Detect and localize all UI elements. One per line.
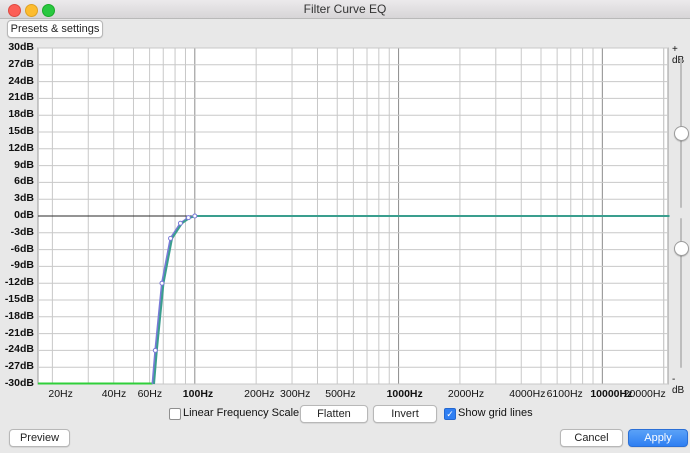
- x-tick-label: 4000Hz: [509, 388, 546, 400]
- show-grid-lines-checkbox[interactable]: ✓: [444, 408, 456, 420]
- curve-control-point: [185, 215, 191, 221]
- x-tick-label: 40Hz: [101, 388, 127, 400]
- y-tick-label: -15dB: [4, 293, 34, 305]
- presets-settings-button[interactable]: Presets & settings: [7, 20, 103, 38]
- lower-db-slider-knob[interactable]: [674, 241, 689, 256]
- show-grid-lines-label: Show grid lines: [458, 407, 533, 419]
- x-tick-label: 20000Hz: [623, 388, 666, 400]
- y-tick-label: 12dB: [8, 141, 34, 154]
- invert-button[interactable]: Invert: [373, 405, 437, 423]
- y-tick-label: 30dB: [8, 41, 34, 53]
- window-title: Filter Curve EQ: [303, 2, 387, 16]
- x-tick-label: 1000Hz: [386, 388, 423, 400]
- x-tick-label: 300Hz: [280, 388, 311, 400]
- x-tick-label: 60Hz: [137, 388, 163, 400]
- y-tick-label: -21dB: [4, 326, 34, 339]
- x-tick-label: 2000Hz: [447, 388, 485, 400]
- title-bar: Filter Curve EQ: [0, 0, 690, 19]
- y-tick-label: -30dB: [4, 377, 34, 389]
- minus-db-label: - dB: [672, 374, 685, 396]
- y-tick-label: 6dB: [14, 175, 34, 188]
- x-tick-label: 6100Hz: [546, 388, 583, 400]
- curve-control-point: [152, 347, 158, 353]
- x-tick-label: 100Hz: [182, 388, 214, 400]
- eq-graph[interactable]: [0, 40, 690, 405]
- y-tick-label: -27dB: [4, 360, 34, 373]
- apply-button[interactable]: Apply: [628, 429, 688, 447]
- y-tick-label: 27dB: [8, 57, 34, 70]
- flatten-button[interactable]: Flatten: [300, 405, 368, 423]
- checkmark-icon: ✓: [446, 409, 454, 419]
- y-tick-label: 3dB: [14, 192, 34, 205]
- linear-frequency-scale-checkbox[interactable]: [169, 408, 181, 420]
- curve-control-point: [192, 213, 198, 219]
- y-tick-label: 21dB: [8, 91, 34, 104]
- y-tick-label: 18dB: [8, 108, 34, 121]
- upper-db-slider-knob[interactable]: [674, 126, 689, 141]
- y-tick-label: -24dB: [4, 343, 34, 356]
- x-tick-label: 500Hz: [325, 388, 356, 400]
- x-tick-label: 20Hz: [48, 388, 73, 400]
- curve-control-point: [168, 235, 174, 241]
- y-tick-label: 24dB: [8, 74, 34, 87]
- y-tick-label: 0dB: [14, 209, 34, 221]
- curve-control-point: [159, 280, 165, 286]
- y-tick-label: -12dB: [4, 276, 34, 289]
- y-tick-label: 9dB: [14, 158, 34, 171]
- cancel-button[interactable]: Cancel: [560, 429, 623, 447]
- curve-control-point: [177, 220, 183, 226]
- y-tick-label: -6dB: [10, 242, 34, 255]
- linear-frequency-scale-label: Linear Frequency Scale: [183, 407, 300, 419]
- x-tick-label: 200Hz: [244, 388, 275, 400]
- y-tick-label: -3dB: [10, 225, 34, 238]
- preview-button[interactable]: Preview: [9, 429, 70, 447]
- y-tick-label: -9dB: [10, 259, 34, 272]
- y-tick-label: -18dB: [4, 309, 34, 322]
- y-tick-label: 15dB: [8, 125, 34, 137]
